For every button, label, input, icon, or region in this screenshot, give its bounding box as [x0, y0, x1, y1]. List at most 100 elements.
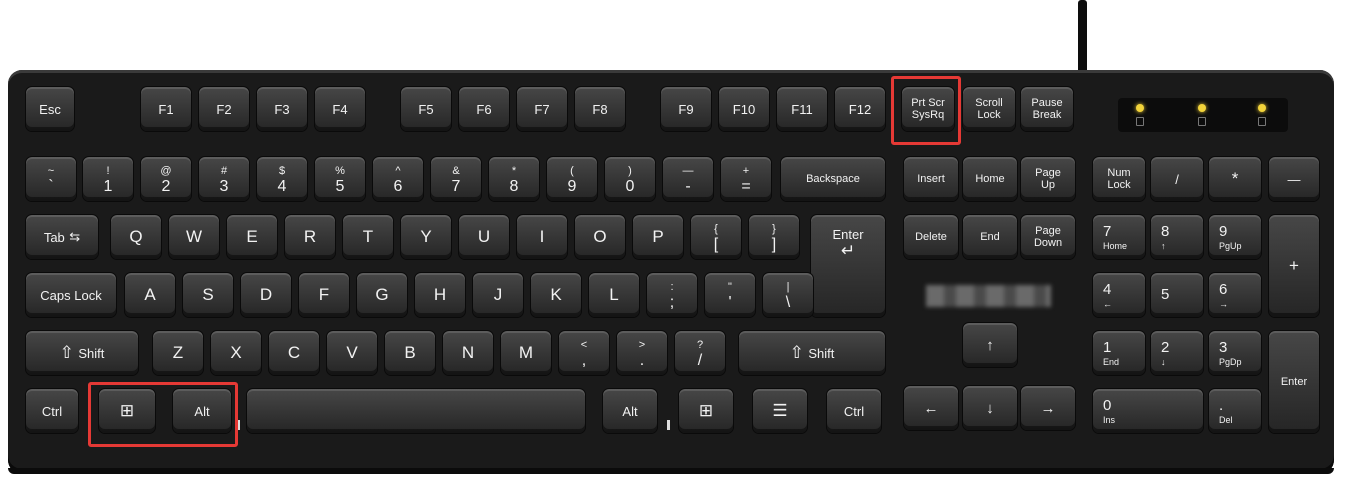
key-a[interactable]: A	[124, 272, 176, 318]
key-left-bracket[interactable]: {[	[690, 214, 742, 260]
key-3[interactable]: #3	[198, 156, 250, 202]
key-m[interactable]: M	[500, 330, 552, 376]
key-7[interactable]: & 7	[430, 156, 482, 202]
key-n[interactable]: N	[442, 330, 494, 376]
key-minus[interactable]: — -	[662, 156, 714, 202]
key-num-6[interactable]: 6 →	[1208, 272, 1262, 318]
key-page-up[interactable]: Page Up	[1020, 156, 1076, 202]
key-o[interactable]: O	[574, 214, 626, 260]
key-home[interactable]: Home	[962, 156, 1018, 202]
key-r[interactable]: R	[284, 214, 336, 260]
key-num-enter[interactable]: Enter	[1268, 330, 1320, 434]
key-left-ctrl[interactable]: Ctrl	[25, 388, 79, 434]
key-f4[interactable]: F4	[314, 86, 366, 132]
key-k[interactable]: K	[530, 272, 582, 318]
key-4[interactable]: $4	[256, 156, 308, 202]
key-period[interactable]: >.	[616, 330, 668, 376]
key-num-7[interactable]: 7 Home	[1092, 214, 1146, 260]
key-arrow-left[interactable]: ←	[903, 385, 959, 431]
key-9[interactable]: (9	[546, 156, 598, 202]
key-scroll-lock[interactable]: Scroll Lock	[962, 86, 1016, 132]
key-f2[interactable]: F2	[198, 86, 250, 132]
key-quote[interactable]: " '	[704, 272, 756, 318]
key-f5[interactable]: F5	[400, 86, 452, 132]
key-f1[interactable]: F1	[140, 86, 192, 132]
key-page-down[interactable]: Page Down	[1020, 214, 1076, 260]
key-f10[interactable]: F10	[718, 86, 770, 132]
key-semicolon[interactable]: :;	[646, 272, 698, 318]
key-0[interactable]: ) 0	[604, 156, 656, 202]
key-num-5[interactable]: 5	[1150, 272, 1204, 318]
key-h[interactable]: H	[414, 272, 466, 318]
key-2[interactable]: @2	[140, 156, 192, 202]
key-e[interactable]: E	[226, 214, 278, 260]
key-right-windows[interactable]: ⊞	[678, 388, 734, 434]
key-delete[interactable]: Delete	[903, 214, 959, 260]
key-arrow-up[interactable]: ↑	[962, 322, 1018, 368]
key-caps-lock[interactable]: Caps Lock	[25, 272, 117, 318]
key-num-2[interactable]: 2 ↓	[1150, 330, 1204, 376]
key-num-decimal[interactable]: . Del	[1208, 388, 1262, 434]
key-backslash[interactable]: | \	[762, 272, 814, 318]
key-num-3[interactable]: 3 PgDp	[1208, 330, 1262, 376]
key-i[interactable]: I	[516, 214, 568, 260]
key-l[interactable]: L	[588, 272, 640, 318]
key-num-multiply[interactable]: *	[1208, 156, 1262, 202]
key-1[interactable]: ! 1	[82, 156, 134, 202]
key-arrow-right[interactable]: →	[1020, 385, 1076, 431]
key-w[interactable]: W	[168, 214, 220, 260]
key-right-shift[interactable]: ⇧ Shift	[738, 330, 886, 376]
key-t[interactable]: T	[342, 214, 394, 260]
key-num-8[interactable]: 8 ↑	[1150, 214, 1204, 260]
key-num-subtract[interactable]: —	[1268, 156, 1320, 202]
key-num-9[interactable]: 9 PgUp	[1208, 214, 1262, 260]
key-comma[interactable]: <,	[558, 330, 610, 376]
key-num-1[interactable]: 1 End	[1092, 330, 1146, 376]
key-g[interactable]: G	[356, 272, 408, 318]
key-right-bracket[interactable]: }]	[748, 214, 800, 260]
key-d[interactable]: D	[240, 272, 292, 318]
key-v[interactable]: V	[326, 330, 378, 376]
key-f9[interactable]: F9	[660, 86, 712, 132]
key-5[interactable]: % 5	[314, 156, 366, 202]
key-6[interactable]: ^ 6	[372, 156, 424, 202]
key-f8[interactable]: F8	[574, 86, 626, 132]
key-s[interactable]: S	[182, 272, 234, 318]
key-f3[interactable]: F3	[256, 86, 308, 132]
key-c[interactable]: C	[268, 330, 320, 376]
key-f[interactable]: F	[298, 272, 350, 318]
key-tab[interactable]: Tab ⇆	[25, 214, 99, 260]
key-z[interactable]: Z	[152, 330, 204, 376]
key-left-shift[interactable]: ⇧ Shift	[25, 330, 139, 376]
key-num-0[interactable]: 0 Ins	[1092, 388, 1204, 434]
key-insert[interactable]: Insert	[903, 156, 959, 202]
key-u[interactable]: U	[458, 214, 510, 260]
key-num-lock[interactable]: Num Lock	[1092, 156, 1146, 202]
key-8[interactable]: * 8	[488, 156, 540, 202]
key-f11[interactable]: F11	[776, 86, 828, 132]
key-num-add[interactable]: +	[1268, 214, 1320, 318]
key-y[interactable]: Y	[400, 214, 452, 260]
key-j[interactable]: J	[472, 272, 524, 318]
key-backtick[interactable]: ~ `	[25, 156, 77, 202]
key-enter[interactable]: Enter ↵	[810, 214, 886, 318]
key-num-4[interactable]: 4 ←	[1092, 272, 1146, 318]
key-p[interactable]: P	[632, 214, 684, 260]
key-backspace[interactable]: Backspace	[780, 156, 886, 202]
key-end[interactable]: End	[962, 214, 1018, 260]
key-f12[interactable]: F12	[834, 86, 886, 132]
key-esc[interactable]: Esc	[25, 86, 75, 132]
key-f7[interactable]: F7	[516, 86, 568, 132]
key-spacebar[interactable]	[246, 388, 586, 434]
key-num-divide[interactable]: /	[1150, 156, 1204, 202]
key-f6[interactable]: F6	[458, 86, 510, 132]
key-q[interactable]: Q	[110, 214, 162, 260]
key-right-ctrl[interactable]: Ctrl	[826, 388, 882, 434]
key-pause-break[interactable]: Pause Break	[1020, 86, 1074, 132]
key-right-alt[interactable]: Alt	[602, 388, 658, 434]
key-menu[interactable]: ☰	[752, 388, 808, 434]
key-equals[interactable]: + =	[720, 156, 772, 202]
key-arrow-down[interactable]: ↓	[962, 385, 1018, 431]
key-slash[interactable]: ? /	[674, 330, 726, 376]
key-x[interactable]: X	[210, 330, 262, 376]
